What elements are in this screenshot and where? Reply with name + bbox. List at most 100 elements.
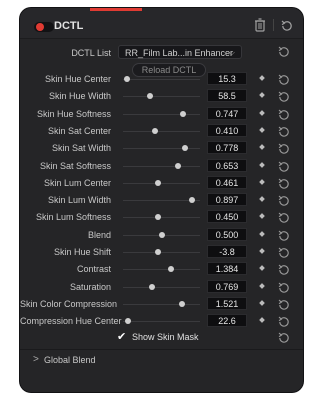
param-slider-track[interactable] [123, 252, 200, 253]
param-value-field[interactable]: 0.747 [207, 106, 247, 120]
param-value-field[interactable]: 0.653 [207, 158, 247, 172]
param-row: Contrast 1.384 [20, 261, 303, 278]
param-label: Skin Sat Softness [39, 160, 111, 171]
param-value-field[interactable]: 0.769 [207, 279, 247, 293]
param-reset-icon[interactable] [278, 230, 290, 242]
param-reset-icon[interactable] [278, 212, 290, 224]
param-value-field[interactable]: 22.6 [207, 314, 247, 328]
keyframe-diamond-icon[interactable] [259, 265, 265, 272]
param-value-field[interactable]: 58.5 [207, 89, 247, 103]
param-value-field[interactable]: 15.3 [207, 72, 247, 85]
param-slider-handle[interactable] [175, 162, 182, 169]
param-label: Contrast [76, 264, 111, 275]
param-slider-handle[interactable] [123, 76, 130, 82]
keyframe-diamond-icon[interactable] [259, 248, 265, 254]
dctl-list-reset-icon[interactable] [278, 46, 290, 58]
keyframe-diamond-icon[interactable] [259, 213, 265, 220]
param-row: Skin Lum Center 0.461 [20, 175, 303, 192]
param-slider-track[interactable] [123, 148, 200, 150]
param-slider-track[interactable] [123, 165, 200, 167]
param-reset-icon[interactable] [278, 282, 290, 294]
keyframe-diamond-icon[interactable] [259, 144, 265, 151]
dctl-list-dropdown[interactable]: RR_Film Lab...in Enhancer ⌵ [118, 45, 242, 59]
param-reset-icon[interactable] [278, 264, 290, 276]
param-slider-handle[interactable] [154, 214, 161, 221]
param-value-field[interactable]: -3.8 [207, 245, 247, 258]
param-row: Skin Sat Softness 0.653 [20, 158, 303, 175]
keyframe-diamond-icon[interactable] [259, 230, 265, 237]
active-accent-bar [90, 8, 142, 11]
param-label: Skin Sat Center [47, 125, 111, 136]
param-reset-icon[interactable] [278, 299, 290, 311]
param-reset-icon[interactable] [278, 109, 290, 121]
param-reset-icon[interactable] [278, 178, 290, 190]
dctl-header: DCTL [20, 8, 303, 39]
param-slider-track[interactable] [123, 321, 200, 323]
param-slider-track[interactable] [123, 79, 200, 80]
param-slider-track[interactable] [123, 303, 200, 305]
param-slider-handle[interactable] [151, 127, 158, 134]
param-slider-handle[interactable] [167, 266, 174, 273]
param-slider-track[interactable] [123, 217, 200, 219]
param-slider-handle[interactable] [155, 249, 162, 255]
param-reset-icon[interactable] [278, 91, 290, 103]
param-reset-icon[interactable] [278, 143, 290, 155]
param-value-field[interactable]: 0.461 [207, 175, 247, 189]
param-row: Skin Lum Softness 0.450 [20, 209, 303, 226]
keyframe-diamond-icon[interactable] [259, 300, 265, 306]
param-reset-icon[interactable] [278, 195, 290, 207]
param-slider-handle[interactable] [149, 283, 156, 290]
param-slider-handle[interactable] [146, 93, 153, 100]
param-slider-handle[interactable] [189, 197, 196, 204]
param-label: Saturation [69, 281, 111, 292]
keyframe-diamond-icon[interactable] [259, 161, 265, 168]
show-skin-mask-label[interactable]: Show Skin Mask [132, 332, 199, 342]
keyframe-diamond-icon[interactable] [259, 92, 265, 99]
param-value-field[interactable]: 0.450 [207, 210, 247, 224]
param-reset-icon[interactable] [278, 161, 290, 173]
param-value-field[interactable]: 1.384 [207, 262, 247, 276]
param-reset-icon[interactable] [278, 126, 290, 138]
keyframe-diamond-icon[interactable] [259, 178, 265, 185]
param-slider-track[interactable] [123, 113, 200, 115]
keyframe-diamond-icon[interactable] [259, 109, 265, 116]
param-value-field[interactable]: 1.521 [207, 296, 247, 310]
param-row: Saturation 0.769 [20, 279, 303, 296]
param-slider-handle[interactable] [180, 110, 187, 117]
param-row: Skin Sat Width 0.778 [20, 140, 303, 157]
global-blend-row[interactable]: > Global Blend [20, 351, 303, 369]
param-value-field[interactable]: 0.897 [207, 193, 247, 207]
keyframe-diamond-icon[interactable] [259, 282, 265, 289]
param-slider-track[interactable] [123, 269, 200, 271]
keyframe-diamond-icon[interactable] [259, 196, 265, 202]
param-slider-track[interactable] [123, 286, 200, 288]
keyframe-diamond-icon[interactable] [259, 317, 265, 324]
param-value-field[interactable]: 0.500 [207, 227, 247, 241]
param-reset-icon[interactable] [278, 316, 290, 328]
param-value-field[interactable]: 0.410 [207, 123, 247, 137]
param-label: Compression Hue Center [20, 316, 122, 327]
dctl-enable-toggle[interactable] [34, 22, 54, 32]
show-skin-mask-reset-icon[interactable] [278, 332, 290, 344]
param-value-field[interactable]: 0.778 [207, 141, 247, 155]
param-reset-icon[interactable] [278, 74, 290, 86]
param-slider-track[interactable] [123, 182, 200, 184]
param-reset-icon[interactable] [278, 247, 290, 259]
param-slider-handle[interactable] [178, 300, 185, 307]
reset-all-icon[interactable] [281, 19, 293, 31]
keyframe-diamond-icon[interactable] [259, 75, 265, 81]
param-row: Skin Color Compression 1.521 [20, 296, 303, 313]
param-row: Skin Lum Width 0.897 [20, 192, 303, 209]
keyframe-diamond-icon[interactable] [259, 127, 265, 133]
param-slider-handle[interactable] [158, 231, 165, 238]
param-slider-track[interactable] [123, 96, 200, 98]
param-slider-handle[interactable] [182, 145, 189, 152]
dctl-list-label: DCTL List [71, 48, 111, 58]
param-slider-track[interactable] [123, 130, 200, 132]
param-label: Blend [87, 229, 111, 240]
chevron-down-icon: ⌵ [228, 48, 235, 57]
show-skin-mask-checkbox[interactable]: ✔ [117, 330, 126, 343]
trash-icon[interactable] [254, 18, 266, 32]
param-slider-handle[interactable] [155, 179, 162, 186]
param-slider-handle[interactable] [124, 318, 131, 325]
